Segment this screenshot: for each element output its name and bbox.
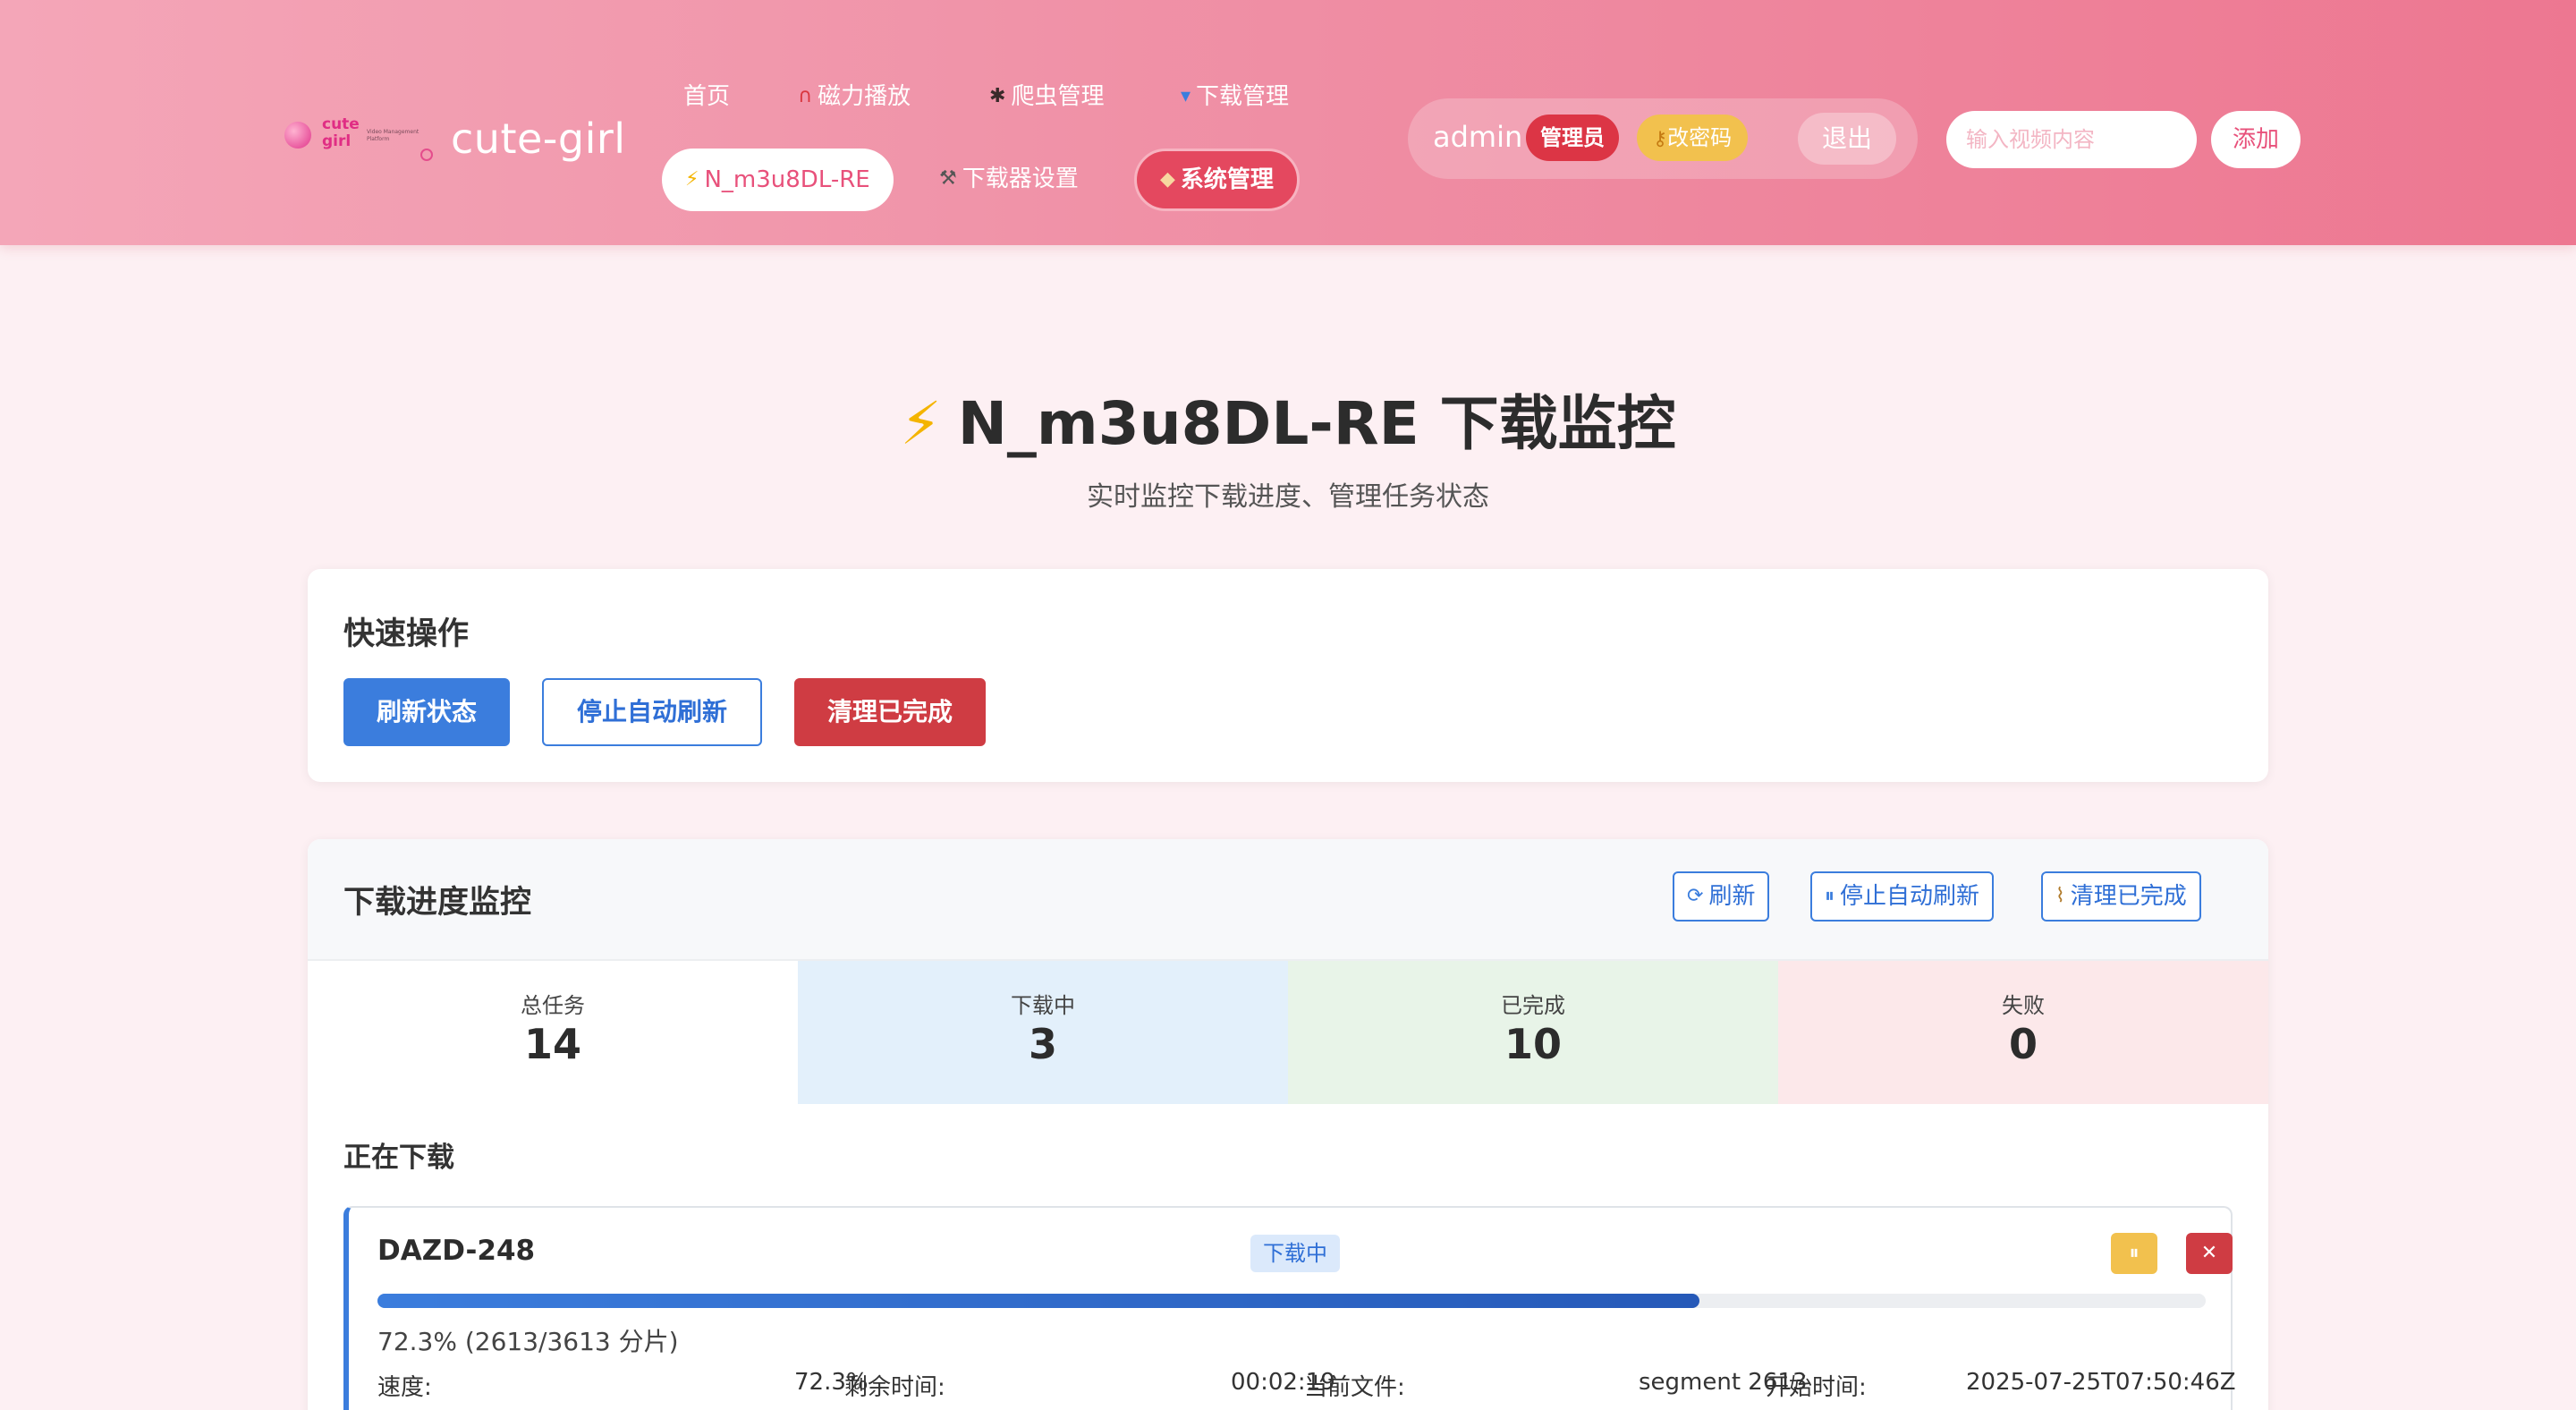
stat-completed: 已完成 10 [1288,961,1778,1104]
nav-home[interactable]: 首页 [683,79,730,115]
task-progress-bar [377,1294,2206,1308]
stat-label: 总任务 [521,993,585,1018]
stat-value: 3 [1028,1020,1057,1068]
key-icon: ⚷ [1653,128,1668,150]
nav-crawler-label: 爬虫管理 [1011,83,1105,110]
brand-logo: cute girl Video Management Platform [277,107,438,170]
spider-icon: ✱ [989,85,1006,107]
quick-actions-card: 快速操作 刷新状态 停止自动刷新 清理已完成 [308,569,2268,782]
monitor-title: 下载进度监控 [343,885,532,921]
speed-label: 速度: [377,1374,432,1401]
username: admin [1433,120,1523,154]
logo-sparkle-icon [420,149,433,161]
active-downloads-title: 正在下载 [343,1142,454,1174]
page-title: ⚡ N_m3u8DL-RE 下载监控 [0,376,2576,462]
brand[interactable]: cute girl Video Management Platform cute-g… [277,107,626,170]
role-badge: 管理员 [1526,115,1619,161]
nav-download-manage[interactable]: ▾ 下载管理 [1181,79,1289,115]
remaining-time-label: 剩余时间: [844,1374,945,1401]
monitor-header: 下载进度监控 ⟳ 刷新 ⏸ 停止自动刷新 ⌇ 清理已完成 [308,839,2268,961]
add-button[interactable]: 添加 [2211,111,2301,168]
refresh-status-button[interactable]: 刷新状态 [343,678,510,746]
nav-system-manage[interactable]: ◆ 系统管理 [1134,149,1300,211]
logo-ball-icon [284,122,311,149]
download-task-card: DAZD-248 下载中 ⏸ ✕ 72.3% (2613/3613 分片) 速度… [343,1206,2236,1410]
stat-value: 10 [1504,1020,1562,1068]
nav-downloader-settings[interactable]: ⚒ 下载器设置 [939,161,1079,197]
pause-icon: ⏸ [1825,885,1835,907]
stat-value: 14 [523,1020,581,1068]
stat-downloading: 下载中 3 [798,961,1288,1104]
stat-total-tasks: 总任务 14 [308,961,798,1104]
stat-value: 0 [2008,1020,2038,1068]
stat-label: 失败 [2002,993,2045,1018]
quick-actions-title: 快速操作 [343,616,470,652]
monitor-stop-auto-refresh-label: 停止自动刷新 [1840,883,1980,910]
current-file-label: 当前文件: [1304,1374,1405,1401]
user-panel: admin 管理员 ⚷改密码 退出 [1408,98,1918,179]
task-progress-fill [377,1294,1699,1308]
logo-text: cute girl [322,115,360,150]
nav-n-m3u8dl-re-label: N_m3u8DL-RE [704,166,870,193]
magnet-icon: ∩ [798,85,813,107]
download-monitor-card: 下载进度监控 ⟳ 刷新 ⏸ 停止自动刷新 ⌇ 清理已完成 总任务 14 下载中 3 已… [308,839,2268,1410]
stop-auto-refresh-button[interactable]: 停止自动刷新 [542,678,762,746]
cancel-task-button[interactable]: ✕ [2186,1233,2233,1274]
nav-crawler[interactable]: ✱ 爬虫管理 [989,79,1104,115]
nav-system-manage-label: 系统管理 [1180,166,1274,193]
task-status-badge: 下载中 [1250,1235,1340,1272]
stat-label: 已完成 [1501,993,1565,1018]
refresh-icon: ⟳ [1687,885,1704,907]
logout-button[interactable]: 退出 [1798,113,1896,165]
nav-magnet-play-label: 磁力播放 [818,83,911,110]
close-icon: ✕ [2200,1242,2218,1264]
nav-home-label: 首页 [683,83,731,110]
monitor-clear-completed-label: 清理已完成 [2070,883,2187,910]
nav-n-m3u8dl-re[interactable]: ⚡ N_m3u8DL-RE [662,149,894,211]
nav-downloader-settings-label: 下载器设置 [962,166,1079,192]
stat-label: 下载中 [1011,993,1075,1018]
monitor-stop-auto-refresh-button[interactable]: ⏸ 停止自动刷新 [1810,871,1995,922]
brand-name: cute-girl [451,115,626,163]
monitor-refresh-button[interactable]: ⟳ 刷新 [1673,871,1770,922]
nav-download-manage-label: 下载管理 [1196,83,1290,110]
monitor-clear-completed-button[interactable]: ⌇ 清理已完成 [2041,871,2201,922]
nav-magnet-play[interactable]: ∩ 磁力播放 [798,79,911,115]
start-time-label: 开始时间: [1766,1374,1867,1401]
video-content-input[interactable] [1946,111,2197,168]
inbox-tray-icon: ▾ [1181,85,1191,107]
pause-task-button[interactable]: ⏸ [2111,1233,2157,1274]
pause-icon: ⏸ [2129,1242,2140,1264]
task-progress-text: 72.3% (2613/3613 分片) [377,1327,679,1356]
shield-icon: ◆ [1160,168,1175,191]
stat-failed: 失败 0 [1778,961,2268,1104]
start-time-value: 2025-07-25T07:50:46Z [1966,1369,2236,1396]
page-subtitle: 实时监控下载进度、管理任务状态 [1087,481,1489,513]
lightning-icon: ⚡ [685,168,699,191]
change-password-button[interactable]: ⚷改密码 [1637,115,1749,161]
page-title-text: N_m3u8DL-RE 下载监控 [957,389,1676,458]
top-nav-bar: cute girl Video Management Platform cute-g… [0,0,2576,245]
clear-completed-button[interactable]: 清理已完成 [794,678,986,746]
task-name: DAZD-248 [377,1235,536,1267]
lightning-icon: ⚡ [900,389,942,458]
wrench-icon: ⚒ [939,167,957,190]
change-password-label: 改密码 [1667,125,1733,150]
broom-icon: ⌇ [2055,885,2065,907]
monitor-refresh-label: 刷新 [1708,883,1756,910]
logo-tagline: Video Management Platform [367,129,419,142]
